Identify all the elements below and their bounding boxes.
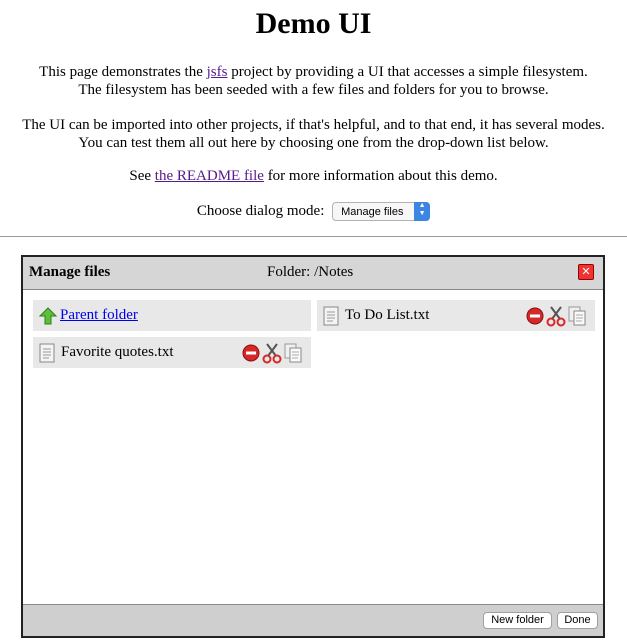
dialog-mode-label: Choose dialog mode: <box>196 203 325 219</box>
close-icon[interactable]: ✕ <box>578 264 594 280</box>
readme-text-end: for more information about this demo. <box>263 168 498 184</box>
modes-paragraph: The UI can be imported into other projec… <box>0 116 627 152</box>
copy-icon[interactable] <box>283 342 303 364</box>
page: Demo UI This page demonstrates the jsfs … <box>0 0 627 643</box>
file-name: To Do List.txt <box>345 307 430 323</box>
intro-text-end: project by providing a UI that accesses … <box>227 64 588 80</box>
new-folder-button[interactable]: New folder <box>483 612 552 629</box>
done-button[interactable]: Done <box>557 612 598 629</box>
document-icon <box>39 343 55 363</box>
parent-folder-item[interactable]: Parent folder <box>33 300 311 331</box>
dialog-footer: New folder Done <box>23 604 603 636</box>
modes-text-line2: You can test them all out here by choosi… <box>78 135 549 151</box>
page-title: Demo UI <box>255 7 372 40</box>
file-name: Favorite quotes.txt <box>61 344 174 360</box>
document-icon <box>323 306 339 326</box>
parent-folder-link[interactable]: Parent folder <box>60 300 138 331</box>
readme-paragraph: See the README file for more information… <box>0 167 627 185</box>
modes-text-line1: The UI can be imported into other projec… <box>22 117 605 133</box>
cut-icon[interactable] <box>546 305 566 327</box>
file-item[interactable]: Favorite quotes.txt <box>33 337 311 368</box>
dialog-mode-select[interactable]: Manage files ▲ ▼ <box>332 202 431 222</box>
readme-text-start: See <box>129 168 155 184</box>
current-folder-label: Folder: /Notes <box>267 264 354 280</box>
divider <box>0 236 627 237</box>
dialog-mode-row: Choose dialog mode: Manage files ▲ ▼ <box>0 200 627 222</box>
delete-icon[interactable] <box>241 342 261 364</box>
intro-paragraph: This page demonstrates the jsfs project … <box>0 63 627 99</box>
intro-text-start: This page demonstrates the <box>39 64 207 80</box>
manage-files-dialog: Manage files Folder: /Notes ✕ Parent fol… <box>21 255 605 638</box>
dialog-header: Manage files Folder: /Notes ✕ <box>23 257 603 290</box>
up-arrow-icon <box>39 307 57 325</box>
delete-icon[interactable] <box>525 305 545 327</box>
cut-icon[interactable] <box>262 342 282 364</box>
jsfs-link[interactable]: jsfs <box>207 64 228 80</box>
dialog-mode-selected: Manage files <box>341 206 404 219</box>
intro-text-line2: The filesystem has been seeded with a fe… <box>78 82 549 98</box>
file-item[interactable]: To Do List.txt <box>317 300 595 331</box>
readme-link[interactable]: the README file <box>155 168 264 184</box>
copy-icon[interactable] <box>567 305 587 327</box>
dialog-title: Manage files <box>29 264 111 280</box>
select-arrows-icon: ▲ ▼ <box>414 202 431 222</box>
